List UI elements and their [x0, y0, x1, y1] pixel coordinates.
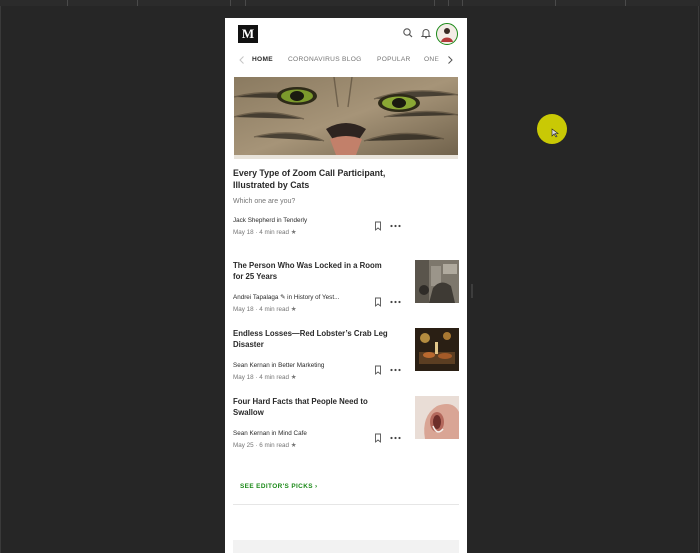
scrollbar[interactable]: [471, 284, 473, 298]
featured-byline[interactable]: Jack Shepherd in Tenderly: [233, 217, 307, 224]
chevron-left-icon[interactable]: [238, 55, 246, 65]
story-meta: May 25 · 6 min read ★: [233, 442, 297, 449]
more-icon[interactable]: [390, 368, 401, 372]
cursor-icon: [537, 114, 567, 144]
bookmark-icon[interactable]: [374, 221, 382, 231]
featured-title[interactable]: Every Type of Zoom Call Participant, Ill…: [233, 167, 413, 191]
window-edge-right: [698, 6, 699, 553]
story-meta: May 18 · 4 min read ★: [233, 306, 297, 313]
story-byline[interactable]: Andrei Tapalaga ✎ in History of Yest...: [233, 294, 339, 301]
featured-image[interactable]: [234, 77, 458, 159]
story-thumbnail[interactable]: [415, 260, 459, 303]
more-icon[interactable]: [390, 436, 401, 440]
medium-logo[interactable]: M: [238, 25, 258, 43]
next-section-placeholder: [233, 540, 459, 553]
tab-coronavirus-blog[interactable]: CORONAVIRUS BLOG: [288, 56, 362, 63]
featured-subtitle: Which one are you?: [233, 198, 296, 205]
bookmark-icon[interactable]: [374, 365, 382, 375]
story-byline[interactable]: Sean Kernan in Mind Cafe: [233, 430, 307, 437]
mobile-viewport: M HOME CORONAVIRUS BLOG POPULAR ONE Ever…: [225, 18, 467, 553]
see-editors-picks-link[interactable]: SEE EDITOR'S PICKS ›: [240, 483, 318, 490]
bell-icon[interactable]: [420, 27, 432, 39]
featured-meta: May 18 · 4 min read ★: [233, 229, 297, 236]
story-byline[interactable]: Sean Kernan in Better Marketing: [233, 362, 324, 369]
section-divider: [233, 504, 459, 505]
more-icon[interactable]: [390, 300, 401, 304]
bookmark-icon[interactable]: [374, 297, 382, 307]
tab-home[interactable]: HOME: [252, 56, 273, 63]
story-title[interactable]: Four Hard Facts that People Need to Swal…: [233, 397, 393, 418]
story-title[interactable]: Endless Losses—Red Lobster’s Crab Leg Di…: [233, 329, 393, 350]
top-bar: M: [225, 18, 467, 50]
story-thumbnail[interactable]: [415, 396, 459, 439]
window-edge-left: [0, 6, 1, 553]
search-icon[interactable]: [402, 27, 414, 39]
avatar[interactable]: [436, 23, 458, 45]
story-thumbnail[interactable]: [415, 328, 459, 371]
chevron-right-icon[interactable]: [446, 55, 454, 65]
browser-top-strip: [0, 0, 700, 6]
tab-popular[interactable]: POPULAR: [377, 56, 411, 63]
story-title[interactable]: The Person Who Was Locked in a Room for …: [233, 261, 393, 282]
bookmark-icon[interactable]: [374, 433, 382, 443]
topic-tabs: HOME CORONAVIRUS BLOG POPULAR ONE: [225, 50, 467, 70]
story-meta: May 18 · 4 min read ★: [233, 374, 297, 381]
more-icon[interactable]: [390, 224, 401, 228]
